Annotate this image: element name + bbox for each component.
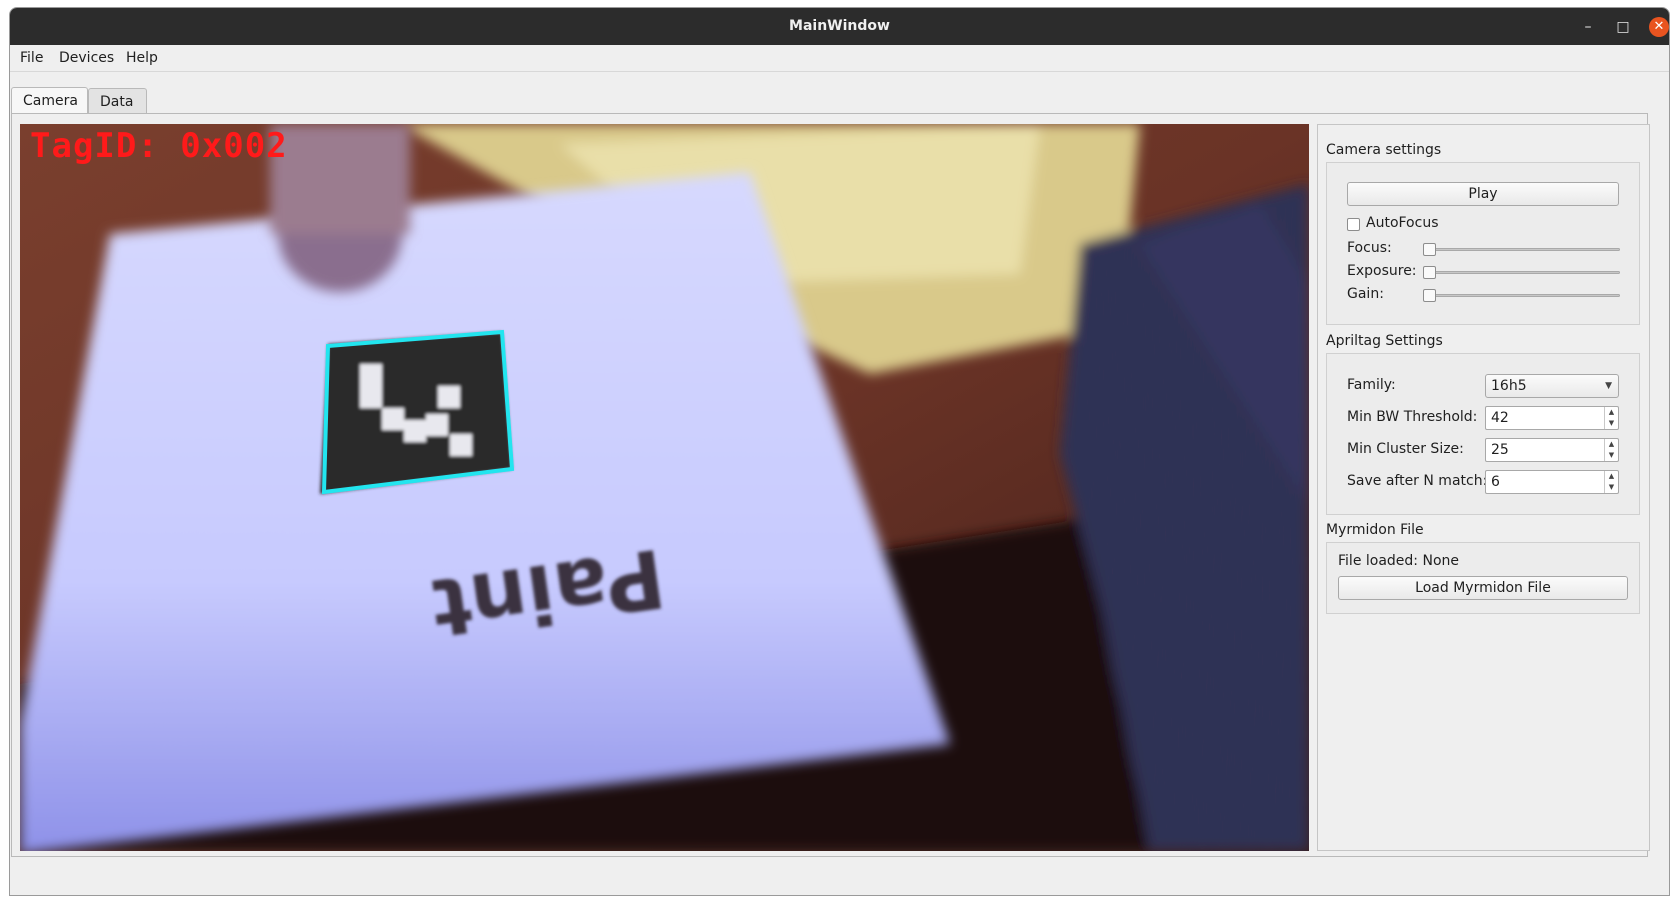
camera-feed: Paint TagID: 0x002 <box>20 124 1309 851</box>
gain-slider-handle[interactable] <box>1423 289 1436 302</box>
min-bw-threshold-value: 42 <box>1491 410 1509 426</box>
autofocus-checkbox[interactable] <box>1347 218 1360 231</box>
maximize-icon[interactable]: □ <box>1614 18 1632 36</box>
menu-file[interactable]: File <box>20 45 43 71</box>
min-bw-threshold-spinbox[interactable]: 42 ▲ ▼ <box>1485 406 1619 430</box>
tag-id-overlay: TagID: 0x002 <box>30 126 288 166</box>
save-after-n-match-spinbox[interactable]: 6 ▲ ▼ <box>1485 470 1619 494</box>
spin-arrows-icon[interactable]: ▲ ▼ <box>1604 407 1618 429</box>
focus-slider-handle[interactable] <box>1423 243 1436 256</box>
tab-camera[interactable]: Camera <box>11 87 88 115</box>
min-cluster-size-label: Min Cluster Size: <box>1347 441 1464 457</box>
family-select[interactable]: 16h5 ▼ <box>1485 374 1619 398</box>
window-title: MainWindow <box>789 18 890 34</box>
title-bar[interactable]: MainWindow – □ ✕ <box>10 8 1669 45</box>
exposure-slider[interactable] <box>1423 271 1620 274</box>
tab-data[interactable]: Data <box>88 88 147 114</box>
play-button[interactable]: Play <box>1347 182 1619 206</box>
min-cluster-size-value: 25 <box>1491 442 1509 458</box>
menu-help[interactable]: Help <box>126 45 158 71</box>
menu-devices[interactable]: Devices <box>59 45 114 71</box>
minimize-icon[interactable]: – <box>1579 18 1597 36</box>
myrmidon-title: Myrmidon File <box>1326 522 1424 538</box>
autofocus-label: AutoFocus <box>1366 215 1439 231</box>
camera-image: Paint <box>20 124 1309 851</box>
apriltag-settings-title: Apriltag Settings <box>1326 333 1443 349</box>
exposure-label: Exposure: <box>1347 263 1417 279</box>
min-bw-threshold-label: Min BW Threshold: <box>1347 409 1478 425</box>
spin-arrows-icon[interactable]: ▲ ▼ <box>1604 439 1618 461</box>
focus-label: Focus: <box>1347 240 1392 256</box>
chevron-down-icon: ▼ <box>1605 381 1612 391</box>
min-cluster-size-spinbox[interactable]: 25 ▲ ▼ <box>1485 438 1619 462</box>
family-value: 16h5 <box>1491 378 1527 394</box>
family-label: Family: <box>1347 377 1396 393</box>
gain-slider[interactable] <box>1423 294 1620 297</box>
save-after-n-match-label: Save after N match: <box>1347 473 1488 489</box>
spin-arrows-icon[interactable]: ▲ ▼ <box>1604 471 1618 493</box>
file-loaded-label: File loaded: None <box>1338 553 1459 569</box>
load-myrmidon-file-button[interactable]: Load Myrmidon File <box>1338 576 1628 600</box>
camera-settings-title: Camera settings <box>1326 142 1442 158</box>
exposure-slider-handle[interactable] <box>1423 266 1436 279</box>
gain-label: Gain: <box>1347 286 1384 302</box>
focus-slider[interactable] <box>1423 248 1620 251</box>
menu-bar: File Devices Help <box>10 45 1669 72</box>
save-after-n-match-value: 6 <box>1491 474 1500 490</box>
close-icon[interactable]: ✕ <box>1649 17 1669 37</box>
